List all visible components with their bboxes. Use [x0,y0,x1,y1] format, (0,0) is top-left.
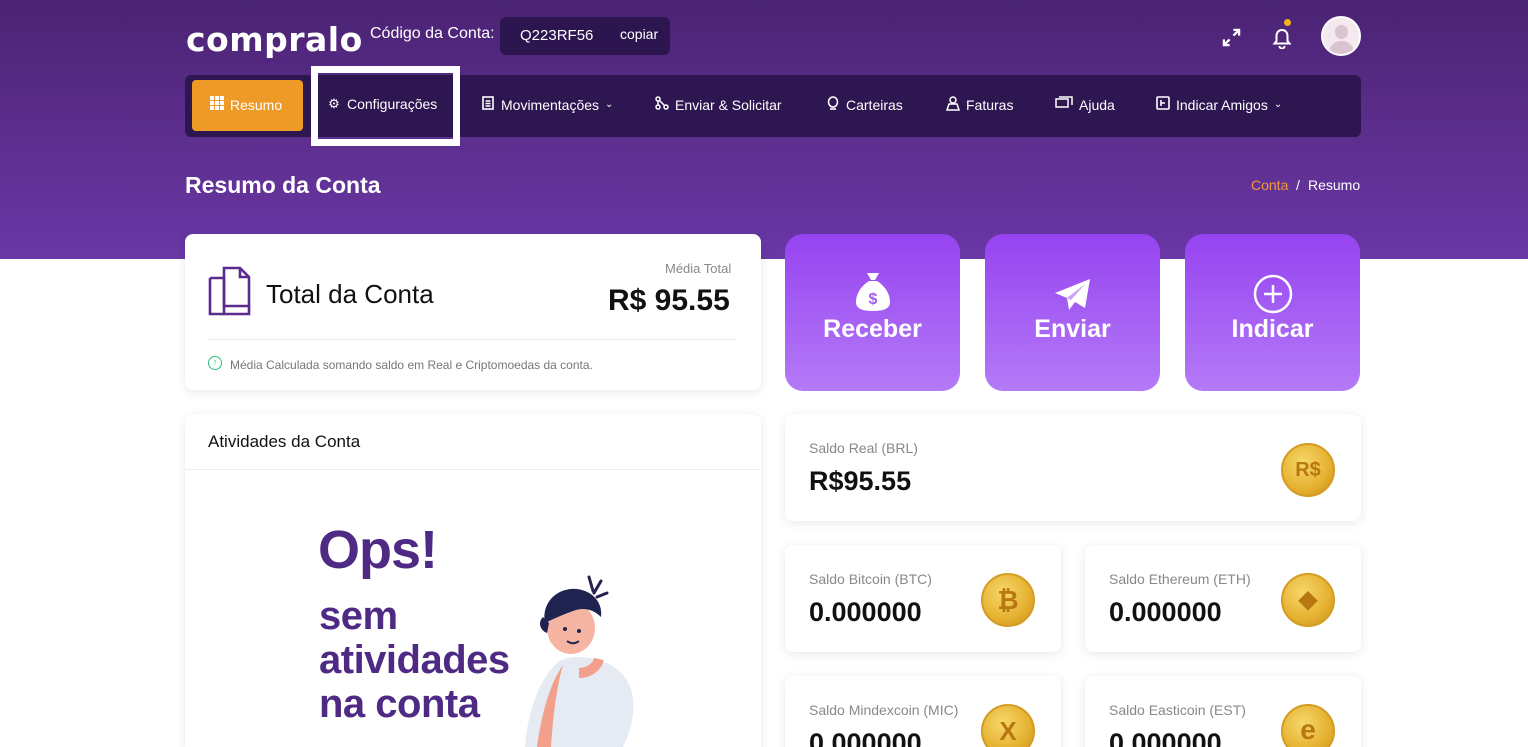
nav-item-enviar-solicitar[interactable]: Enviar & Solicitar [655,96,782,113]
send-button[interactable]: Enviar [985,234,1160,391]
empty-state-line-3: na conta [319,682,480,726]
page-title: Resumo da Conta [185,172,381,198]
breadcrumb-separator: / [1296,177,1300,193]
nav-label-configuracoes: Configurações [347,96,438,112]
wallet-icon [826,96,840,114]
chevron-down-icon: ⌄ [605,99,614,110]
paper-plane-icon [985,278,1160,317]
documents-icon [208,266,260,323]
refer-label: Indicar [1231,315,1314,343]
money-bag-icon: $ [785,271,960,318]
activity-title: Atividades da Conta [208,432,361,451]
balance-value-est: 0.000000 [1109,728,1222,747]
nav-item-ajuda[interactable]: Ajuda [1055,96,1115,113]
gear-icon: ⚙ [328,96,340,111]
bell-icon[interactable] [1272,28,1292,54]
grid-icon [210,96,224,113]
invoice-icon [945,96,961,114]
receive-label: Receber [823,315,922,343]
brl-coin-icon: R$ [1281,443,1335,497]
bitcoin-coin-icon: ₿ [981,573,1035,627]
ethereum-coin-icon: ◆ [1281,573,1335,627]
balance-value-btc: 0.000000 [809,597,922,627]
empty-state-line-1: sem [319,594,398,638]
account-code-value: Q223RF56 [520,27,594,44]
nav-item-faturas[interactable]: Faturas [945,96,1014,114]
balance-label-btc: Saldo Bitcoin (BTC) [809,571,932,587]
breadcrumb-current: Resumo [1308,177,1361,193]
activity-divider [185,469,761,470]
account-code-label: Código da Conta: [370,25,495,42]
chat-icon [1055,96,1073,113]
send-label: Enviar [1034,315,1111,343]
balance-label-est: Saldo Easticoin (EST) [1109,702,1246,718]
arrow-up-circle-icon: ↑ [208,356,222,370]
plus-circle-icon [1185,274,1360,319]
nav-label-ajuda: Ajuda [1079,96,1115,113]
average-total-value: R$ 95.55 [608,284,730,317]
nav-label-resumo: Resumo [230,96,283,113]
nav-label-faturas: Faturas [966,97,1014,113]
nav-item-movimentacoes[interactable]: Movimentações ⌄ [481,96,613,113]
average-note: Média Calculada somando saldo em Real e … [230,358,593,372]
document-icon [481,96,495,113]
empty-state-line-2: atividades [319,638,510,682]
total-account-title: Total da Conta [266,279,434,309]
transfer-icon [655,96,669,113]
nav-label-movimentacoes: Movimentações [501,96,600,113]
refer-button[interactable]: Indicar [1185,234,1360,391]
copy-code-button[interactable]: copiar [620,26,658,42]
fullscreen-icon[interactable] [1222,28,1241,52]
nav-label-indicar-amigos: Indicar Amigos [1176,96,1268,113]
nav-item-resumo[interactable]: Resumo [210,96,282,113]
balance-label-mic: Saldo Mindexcoin (MIC) [809,702,959,718]
referral-icon [1156,96,1170,113]
balance-value-eth: 0.000000 [1109,597,1222,627]
breadcrumb-link-conta[interactable]: Conta [1251,177,1288,193]
nav-label-enviar-solicitar: Enviar & Solicitar [675,96,782,113]
balance-value-brl: R$95.55 [809,466,912,496]
balance-label-eth: Saldo Ethereum (ETH) [1109,571,1251,587]
balance-value-mic: 0.000000 [809,728,922,747]
nav-label-carteiras: Carteiras [846,97,903,113]
notification-dot [1284,19,1291,26]
receive-button[interactable]: $ Receber [785,234,960,391]
card-divider [208,339,736,340]
brand-logo[interactable]: compralo [186,20,363,59]
empty-state-title: Ops! [318,520,438,580]
svg-text:$: $ [868,291,877,308]
confused-person-illustration [515,573,655,747]
nav-item-carteiras[interactable]: Carteiras [826,96,903,114]
average-total-label: Média Total [665,261,732,276]
chevron-down-icon: ⌄ [1273,99,1283,110]
nav-item-configuracoes[interactable]: ⚙ Configurações [327,96,437,112]
balance-label-brl: Saldo Real (BRL) [809,440,918,456]
nav-item-indicar-amigos[interactable]: Indicar Amigos ⌄ [1156,96,1282,113]
user-avatar[interactable] [1321,16,1361,56]
